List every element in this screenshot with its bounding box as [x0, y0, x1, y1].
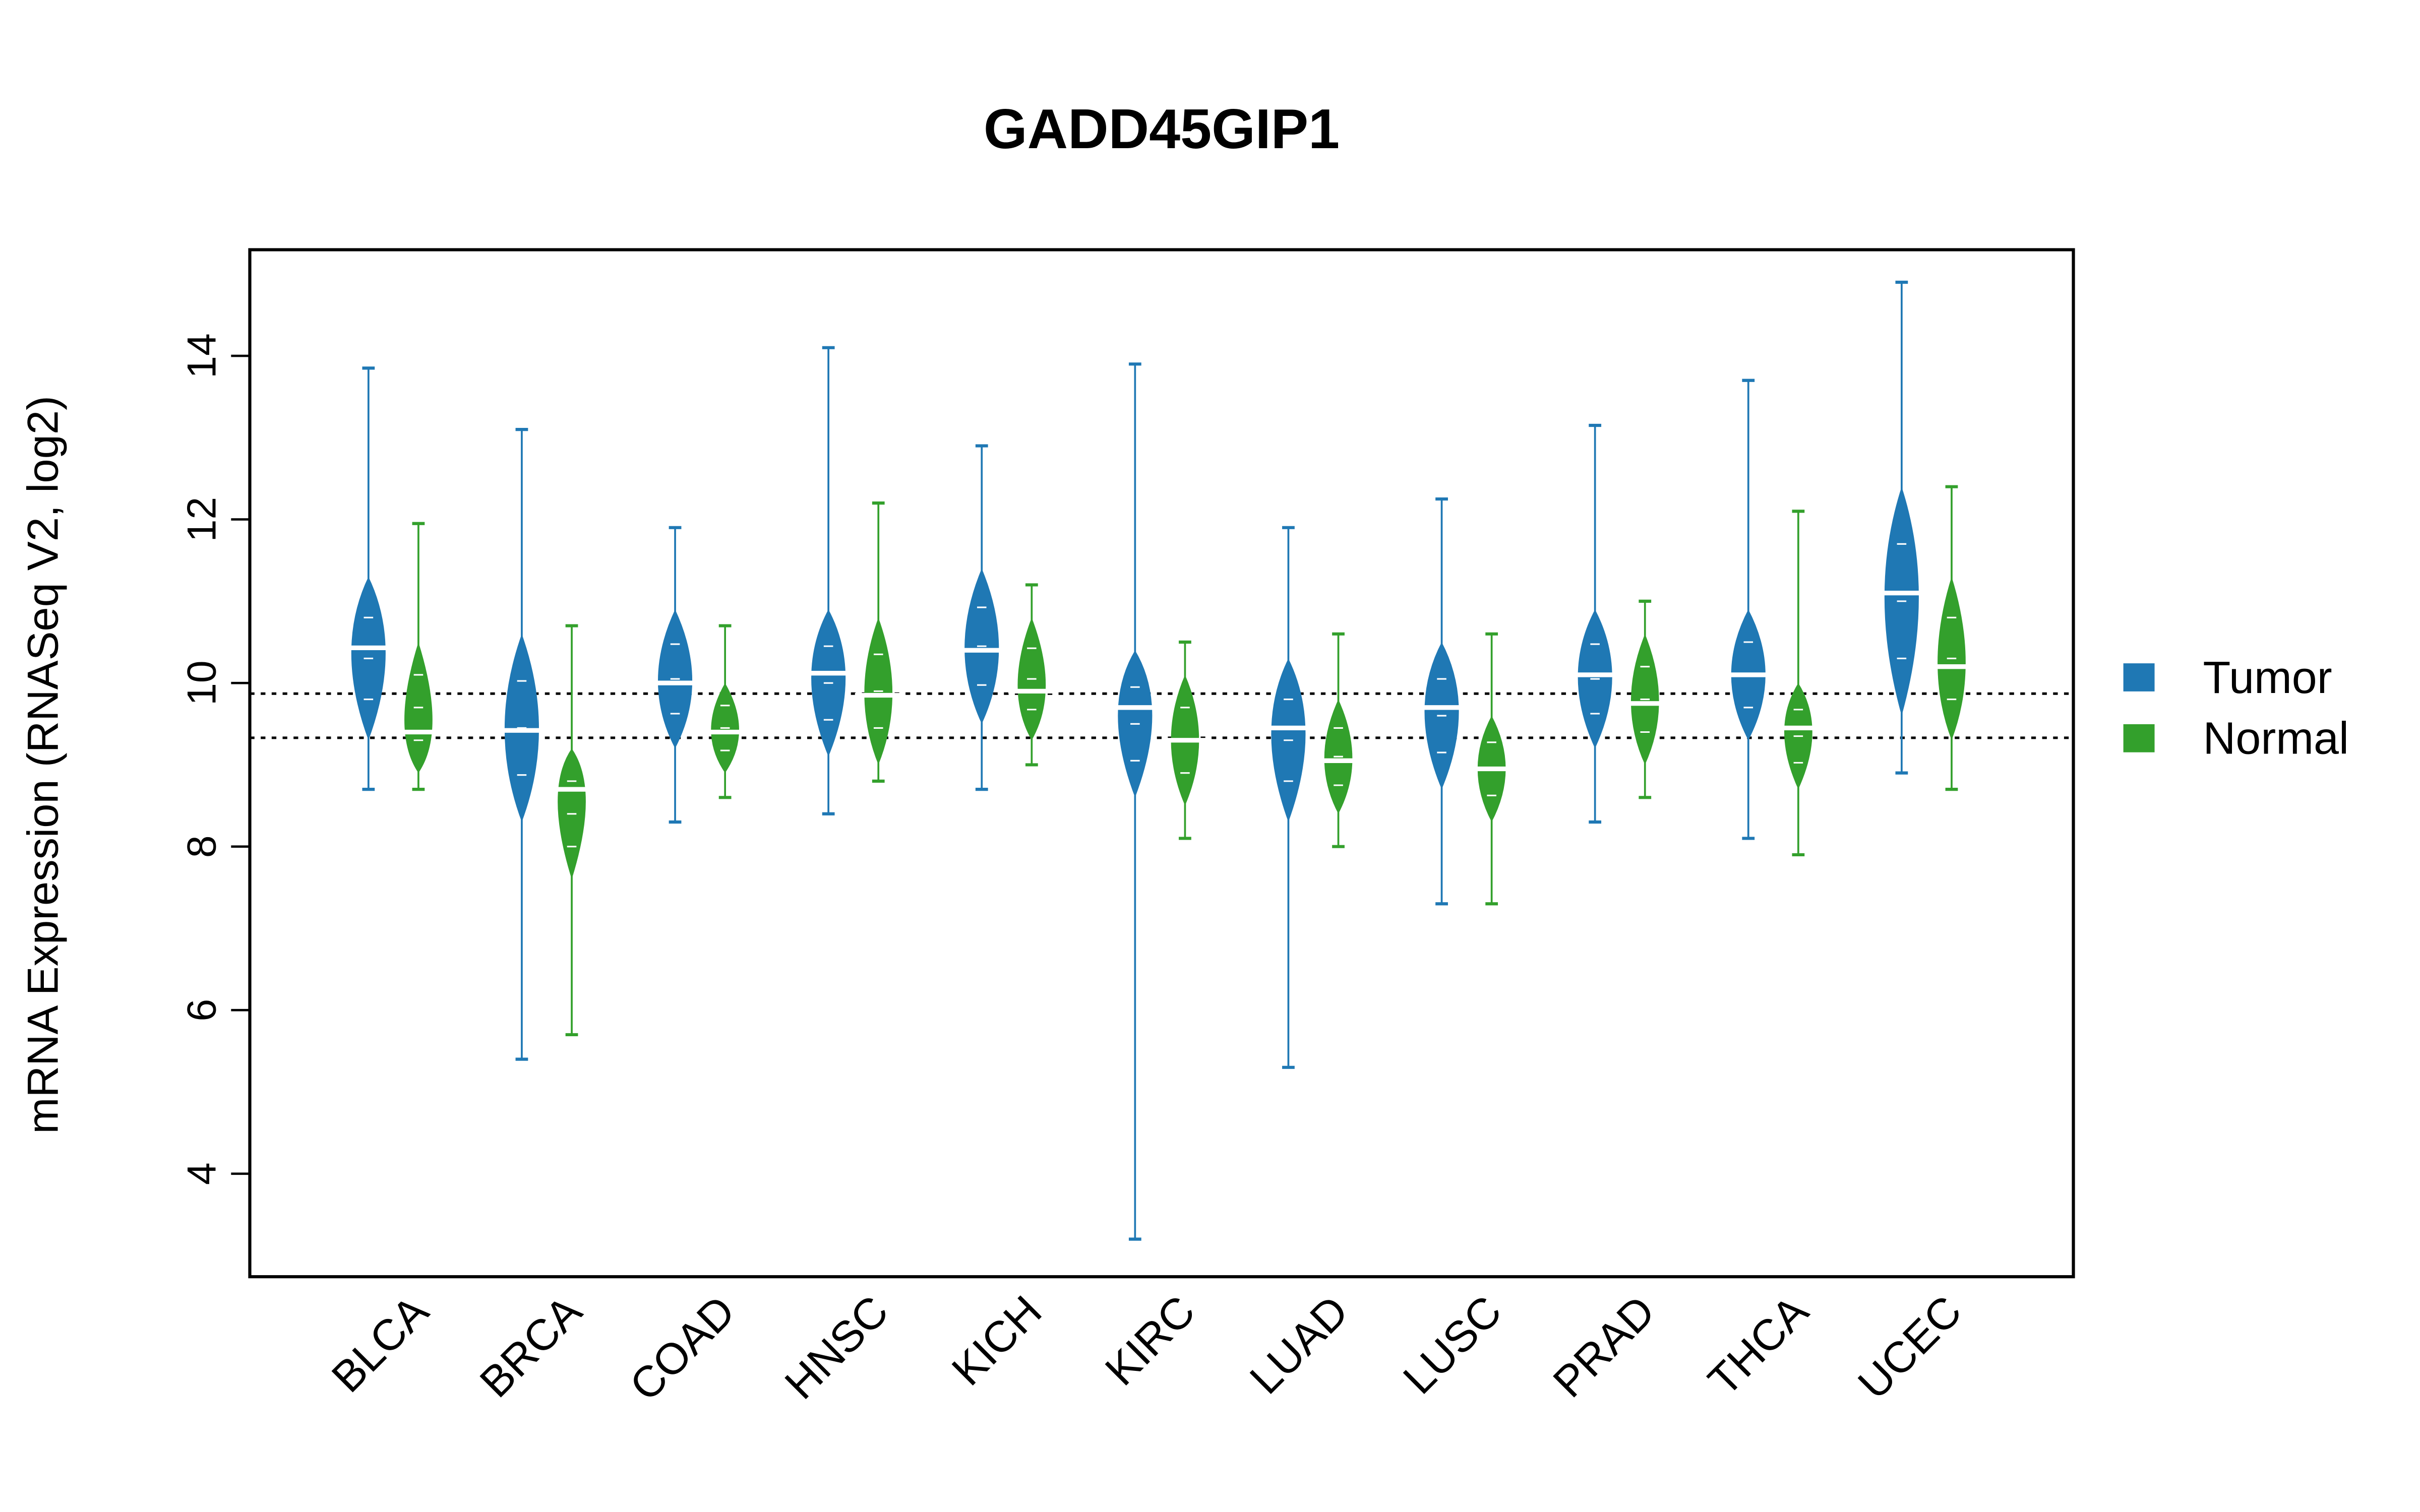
bean-tumor-prad: [1571, 423, 1619, 824]
x-tick-label: HNSC: [776, 1287, 898, 1409]
y-tick-label: 4: [179, 1162, 224, 1185]
x-tick-label: LUSC: [1394, 1287, 1510, 1403]
bean-normal-brca: [548, 624, 595, 1037]
bean-tumor-luad: [1265, 526, 1312, 1069]
x-tick-label: THCA: [1699, 1287, 1818, 1405]
bean-normal-luad: [1315, 632, 1362, 848]
x-tick-label: LUAD: [1241, 1287, 1357, 1403]
bean-normal-blca: [395, 522, 442, 791]
x-tick-label: BLCA: [323, 1287, 438, 1402]
bean-tumor-brca: [498, 428, 546, 1061]
bean-normal-coad: [701, 624, 749, 799]
x-tick-label: KIRC: [1096, 1287, 1204, 1395]
y-tick-label: 14: [179, 333, 224, 379]
bean-tumor-ucec: [1878, 280, 1925, 775]
bean-tumor-kirc: [1111, 362, 1159, 1241]
legend-swatch-normal: [2123, 724, 2155, 752]
bean-tumor-coad: [651, 526, 699, 824]
bean-normal-thca: [1775, 510, 1822, 857]
y-tick-label: 10: [179, 660, 224, 706]
bean-tumor-blca: [345, 366, 392, 791]
chart-title: GADD45GIP1: [984, 97, 1340, 160]
legend-swatch-tumor: [2123, 663, 2155, 691]
x-tick-label: PRAD: [1544, 1287, 1664, 1407]
bean-tumor-lusc: [1418, 497, 1466, 906]
bean-normal-kirc: [1162, 640, 1208, 840]
bean-normal-lusc: [1468, 632, 1516, 906]
y-tick-label: 12: [179, 497, 224, 542]
x-tick-label: KICH: [943, 1287, 1051, 1395]
bean-normal-prad: [1621, 599, 1669, 799]
x-tick-label: COAD: [621, 1287, 744, 1410]
x-tick-label: UCEC: [1849, 1287, 1971, 1409]
y-tick-label: 8: [179, 835, 224, 858]
legend-label-tumor: Tumor: [2203, 653, 2332, 703]
y-axis-label: mRNA Expression (RNASeq V2, log2): [19, 396, 68, 1134]
bean-tumor-hnsc: [805, 346, 852, 815]
bean-tumor-thca: [1725, 379, 1772, 840]
bean-normal-hnsc: [855, 501, 902, 783]
y-tick-label: 6: [179, 999, 224, 1022]
beanplot-chart: GADD45GIP1 mRNA Expression (RNASeq V2, l…: [19, 97, 2349, 1410]
bean-tumor-kich: [958, 444, 1005, 791]
legend-label-normal: Normal: [2203, 714, 2349, 764]
x-tick-label: BRCA: [471, 1287, 591, 1407]
bean-normal-ucec: [1928, 485, 1975, 791]
chart-container: GADD45GIP1 mRNA Expression (RNASeq V2, l…: [0, 0, 2420, 1512]
